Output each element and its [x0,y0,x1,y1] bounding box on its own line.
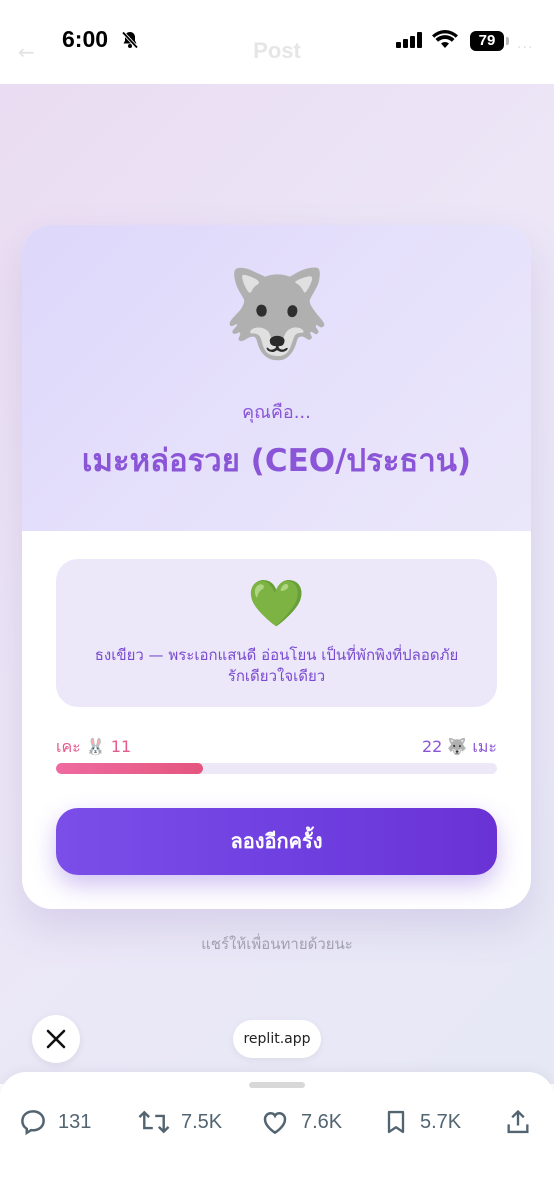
green-heart-icon: 💚 [247,576,306,630]
status-bar: ← Post 6:00 79 ··· [0,0,554,84]
status-time: 6:00 [62,26,109,52]
share-icon [507,1109,529,1134]
repost-icon [138,1110,170,1134]
wifi-icon [432,30,458,54]
domain-pill[interactable]: replit.app [233,1020,321,1058]
retry-button[interactable]: ลองอีกครั้ง [56,808,497,875]
description-text: ธงเขียว — พระเอกแสนดี อ่อนโยน เป็นที่พัก… [76,645,477,687]
score-bar-fill [56,763,203,774]
battery-icon: 79 [470,31,504,51]
action-bar: 131 7.5K 7.6K 5.7K [0,1072,554,1200]
repost-button[interactable]: 7.5K [137,1106,222,1138]
close-button[interactable] [32,1015,80,1063]
share-hint: แชร์ให้เพื่อนทายด้วยนะ [201,935,353,953]
bookmark-icon [387,1110,405,1134]
repost-count: 7.5K [181,1110,223,1133]
close-icon [46,1029,66,1049]
share-button[interactable] [504,1106,532,1138]
reply-count: 131 [58,1110,92,1133]
signal-icon [396,32,424,52]
score-right-label: 22 🐺 เมะ [421,737,497,756]
description-line-1: ธงเขียว — พระเอกแสนดี อ่อนโยน เป็นที่พัก… [94,646,459,664]
score-bar [56,763,497,774]
bell-slash-icon [120,30,140,54]
result-prefix: คุณคือ... [242,402,311,423]
reply-icon [21,1110,45,1136]
battery-nub [506,37,509,45]
result-card: 🐺 คุณคือ... เมะหล่อรวย (CEO/ประธาน) 💚 ธง… [22,225,531,909]
result-title: เมะหล่อรวย (CEO/ประธาน) [81,443,472,479]
sheet-handle[interactable] [249,1082,305,1088]
description-box: 💚 ธงเขียว — พระเอกแสนดี อ่อนโยน เป็นที่พ… [56,559,497,707]
like-icon [263,1111,287,1135]
more-dots-icon[interactable]: ··· [517,40,533,56]
description-line-2: รักเดียวใจเดียว [227,667,326,685]
result-header: 🐺 คุณคือ... เมะหล่อรวย (CEO/ประธาน) [22,225,531,531]
like-button[interactable]: 7.6K [259,1106,342,1138]
like-count: 7.6K [301,1110,343,1133]
reply-button[interactable]: 131 [18,1106,91,1138]
score-left-label: เคะ 🐰 11 [56,737,132,756]
bookmark-button[interactable]: 5.7K [382,1106,461,1138]
bookmark-count: 5.7K [420,1110,462,1133]
wolf-emoji-icon: 🐺 [222,264,331,364]
